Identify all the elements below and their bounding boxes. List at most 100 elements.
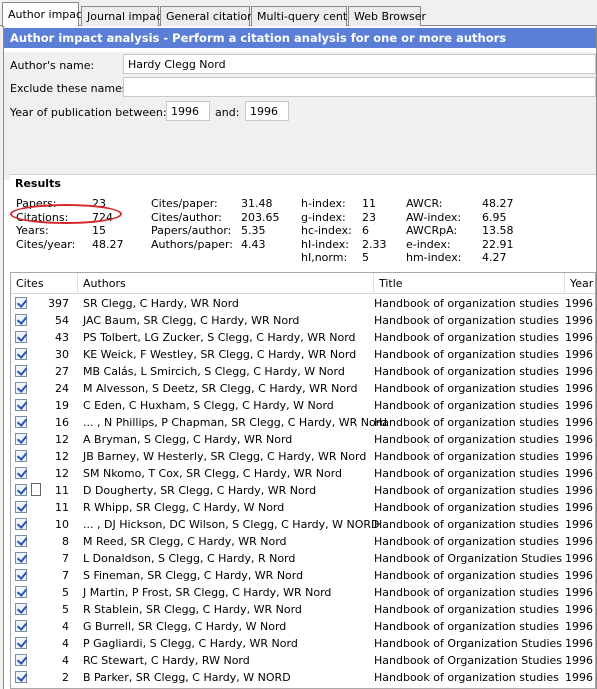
include-checkbox[interactable] xyxy=(15,637,27,649)
include-checkbox[interactable] xyxy=(15,382,27,394)
year-cell: 1996 xyxy=(565,433,593,446)
table-row[interactable]: 54 JAC Baum, SR Clegg, C Hardy, WR Nord Ha… xyxy=(11,312,595,329)
tab-web-browser[interactable]: Web Browser xyxy=(348,6,426,26)
cites-cell: 30 xyxy=(55,348,69,361)
table-row[interactable]: 12 SM Nkomo, T Cox, SR Clegg, C Hardy, WR… xyxy=(11,465,595,482)
title-cell: Handbook of organization studies xyxy=(374,671,559,684)
table-row[interactable]: 4 P Gagliardi, S Clegg, C Hardy, WR Nord H… xyxy=(11,635,595,652)
title-cell: Handbook of organization studies xyxy=(374,603,559,616)
include-checkbox[interactable] xyxy=(15,518,27,530)
tab-author-impact[interactable]: Author impact xyxy=(2,2,86,27)
stat-label: Years: xyxy=(16,224,49,237)
include-checkbox[interactable] xyxy=(15,365,27,377)
table-row[interactable]: 30 KE Weick, F Westley, SR Clegg, C Hardy… xyxy=(11,346,595,363)
table-row[interactable]: 11 R Whipp, SR Clegg, C Hardy, W Nord Hand… xyxy=(11,499,595,516)
title-cell: Handbook of organization studies xyxy=(374,518,559,531)
include-checkbox[interactable] xyxy=(15,314,27,326)
exclude-names-input[interactable] xyxy=(123,77,596,97)
stat-value: 48.27 xyxy=(92,237,124,251)
table-row[interactable]: 8 M Reed, SR Clegg, C Hardy, WR Nord Handb… xyxy=(11,533,595,550)
author-impact-panel: Author impact analysis - Perform a citat… xyxy=(3,26,597,689)
include-checkbox[interactable] xyxy=(15,433,27,445)
include-checkbox[interactable] xyxy=(15,348,27,360)
year-to-input[interactable]: 1996 xyxy=(245,101,289,121)
stat-value: 2.33 xyxy=(362,237,387,251)
column-header-title[interactable]: Title xyxy=(374,273,565,294)
include-checkbox[interactable] xyxy=(15,416,27,428)
authors-cell: M Reed, SR Clegg, C Hardy, WR Nord xyxy=(83,535,287,548)
table-row[interactable]: 397 SR Clegg, C Hardy, WR Nord Handbook of… xyxy=(11,295,595,312)
authors-cell: SM Nkomo, T Cox, SR Clegg, C Hardy, WR N… xyxy=(83,467,343,480)
author-name-input[interactable]: Hardy Clegg Nord xyxy=(123,54,596,74)
title-cell: Handbook of organization studies xyxy=(374,569,559,582)
include-checkbox[interactable] xyxy=(15,484,27,496)
table-row[interactable]: 5 J Martin, P Frost, SR Clegg, C Hardy, W… xyxy=(11,584,595,601)
table-row[interactable]: 2 B Parker, SR Clegg, C Hardy, W NORD Hand… xyxy=(11,669,595,686)
column-header-cites[interactable]: Cites xyxy=(11,273,78,294)
tab-journal-impact[interactable]: Journal impact xyxy=(81,6,166,26)
include-checkbox[interactable] xyxy=(15,467,27,479)
title-cell: Handbook of organization studies xyxy=(374,586,559,599)
stat-value: 5.35 xyxy=(241,224,266,237)
title-cell: Handbook of organization studies xyxy=(374,501,559,514)
authors-cell: PS Tolbert, LG Zucker, S Clegg, C Hardy,… xyxy=(83,331,356,344)
table-row[interactable]: 19 C Eden, C Huxham, S Clegg, C Hardy, W … xyxy=(11,397,595,414)
include-checkbox[interactable] xyxy=(15,450,27,462)
table-row[interactable]: 12 JB Barney, W Hesterly, SR Clegg, C Har… xyxy=(11,448,595,465)
table-row[interactable]: 5 R Stablein, SR Clegg, C Hardy, WR Nord H… xyxy=(11,601,595,618)
authors-cell: ... , N Phillips, P Chapman, SR Clegg, C… xyxy=(83,416,388,429)
include-checkbox[interactable] xyxy=(15,331,27,343)
cites-cell: 54 xyxy=(55,314,69,327)
column-header-year[interactable]: Year xyxy=(565,273,595,294)
table-row[interactable]: 27 MB Calás, L Smircich, S Clegg, C Hardy… xyxy=(11,363,595,380)
include-checkbox[interactable] xyxy=(15,297,27,309)
tab-bar: Author impact Journal impact General cit… xyxy=(0,0,597,27)
table-row[interactable]: 43 PS Tolbert, LG Zucker, S Clegg, C Hard… xyxy=(11,329,595,346)
table-row[interactable]: 4 RC Stewart, C Hardy, RW Nord Handbook of… xyxy=(11,652,595,669)
authors-cell: R Stablein, SR Clegg, C Hardy, WR Nord xyxy=(83,603,302,616)
stat-label: Cites/paper: xyxy=(151,197,218,210)
include-checkbox[interactable] xyxy=(15,603,27,615)
include-checkbox[interactable] xyxy=(15,569,27,581)
authors-cell: S Fineman, SR Clegg, C Hardy, WR Nord xyxy=(83,569,304,582)
include-checkbox[interactable] xyxy=(15,552,27,564)
include-checkbox[interactable] xyxy=(15,501,27,513)
cites-cell: 7 xyxy=(62,569,69,582)
table-row[interactable]: 24 M Alvesson, S Deetz, SR Clegg, C Hardy… xyxy=(11,380,595,397)
year-cell: 1996 xyxy=(565,382,593,395)
authors-cell: A Bryman, S Clegg, C Hardy, WR Nord xyxy=(83,433,293,446)
stat-label: g-index: xyxy=(301,210,346,224)
stat-label: h-index: xyxy=(301,197,346,210)
year-from-input[interactable]: 1996 xyxy=(166,101,210,121)
stat-value: 31.48 xyxy=(241,197,273,210)
year-cell: 1996 xyxy=(565,501,593,514)
title-cell: Handbook of organization studies xyxy=(374,399,559,412)
cites-cell: 16 xyxy=(55,416,69,429)
include-checkbox[interactable] xyxy=(15,535,27,547)
table-row[interactable]: 11 D Dougherty, SR Clegg, C Hardy, WR Nor… xyxy=(11,482,595,499)
year-cell: 1996 xyxy=(565,535,593,548)
table-row[interactable]: 12 A Bryman, S Clegg, C Hardy, WR Nord Han… xyxy=(11,431,595,448)
authors-cell: JB Barney, W Hesterly, SR Clegg, C Hardy… xyxy=(83,450,367,463)
table-row[interactable]: 4 G Burrell, SR Clegg, C Hardy, W Nord Han… xyxy=(11,618,595,635)
and-label: and: xyxy=(215,106,240,119)
tab-general-citations[interactable]: General citations xyxy=(160,6,260,26)
include-checkbox[interactable] xyxy=(15,654,27,666)
title-cell: Handbook of organization studies xyxy=(374,433,559,446)
title-cell: Handbook of organization studies xyxy=(374,467,559,480)
include-checkbox[interactable] xyxy=(15,586,27,598)
include-checkbox[interactable] xyxy=(15,671,27,683)
column-header-authors[interactable]: Authors xyxy=(78,273,374,294)
year-cell: 1996 xyxy=(565,569,593,582)
table-row[interactable]: 7 S Fineman, SR Clegg, C Hardy, WR Nord Ha… xyxy=(11,567,595,584)
cites-cell: 8 xyxy=(62,535,69,548)
table-row[interactable]: 7 L Donaldson, S Clegg, C Hardy, R Nord Ha… xyxy=(11,550,595,567)
include-checkbox[interactable] xyxy=(15,620,27,632)
year-cell: 1996 xyxy=(565,314,593,327)
tab-multi-query-center[interactable]: Multi-query center xyxy=(251,6,359,26)
table-row[interactable]: 10 ... , DJ Hickson, DC Wilson, S Clegg, … xyxy=(11,516,595,533)
stat-label: AWCRpA: xyxy=(406,224,458,237)
table-row[interactable]: 16 ... , N Phillips, P Chapman, SR Clegg,… xyxy=(11,414,595,431)
cites-cell: 11 xyxy=(55,501,69,514)
include-checkbox[interactable] xyxy=(15,399,27,411)
